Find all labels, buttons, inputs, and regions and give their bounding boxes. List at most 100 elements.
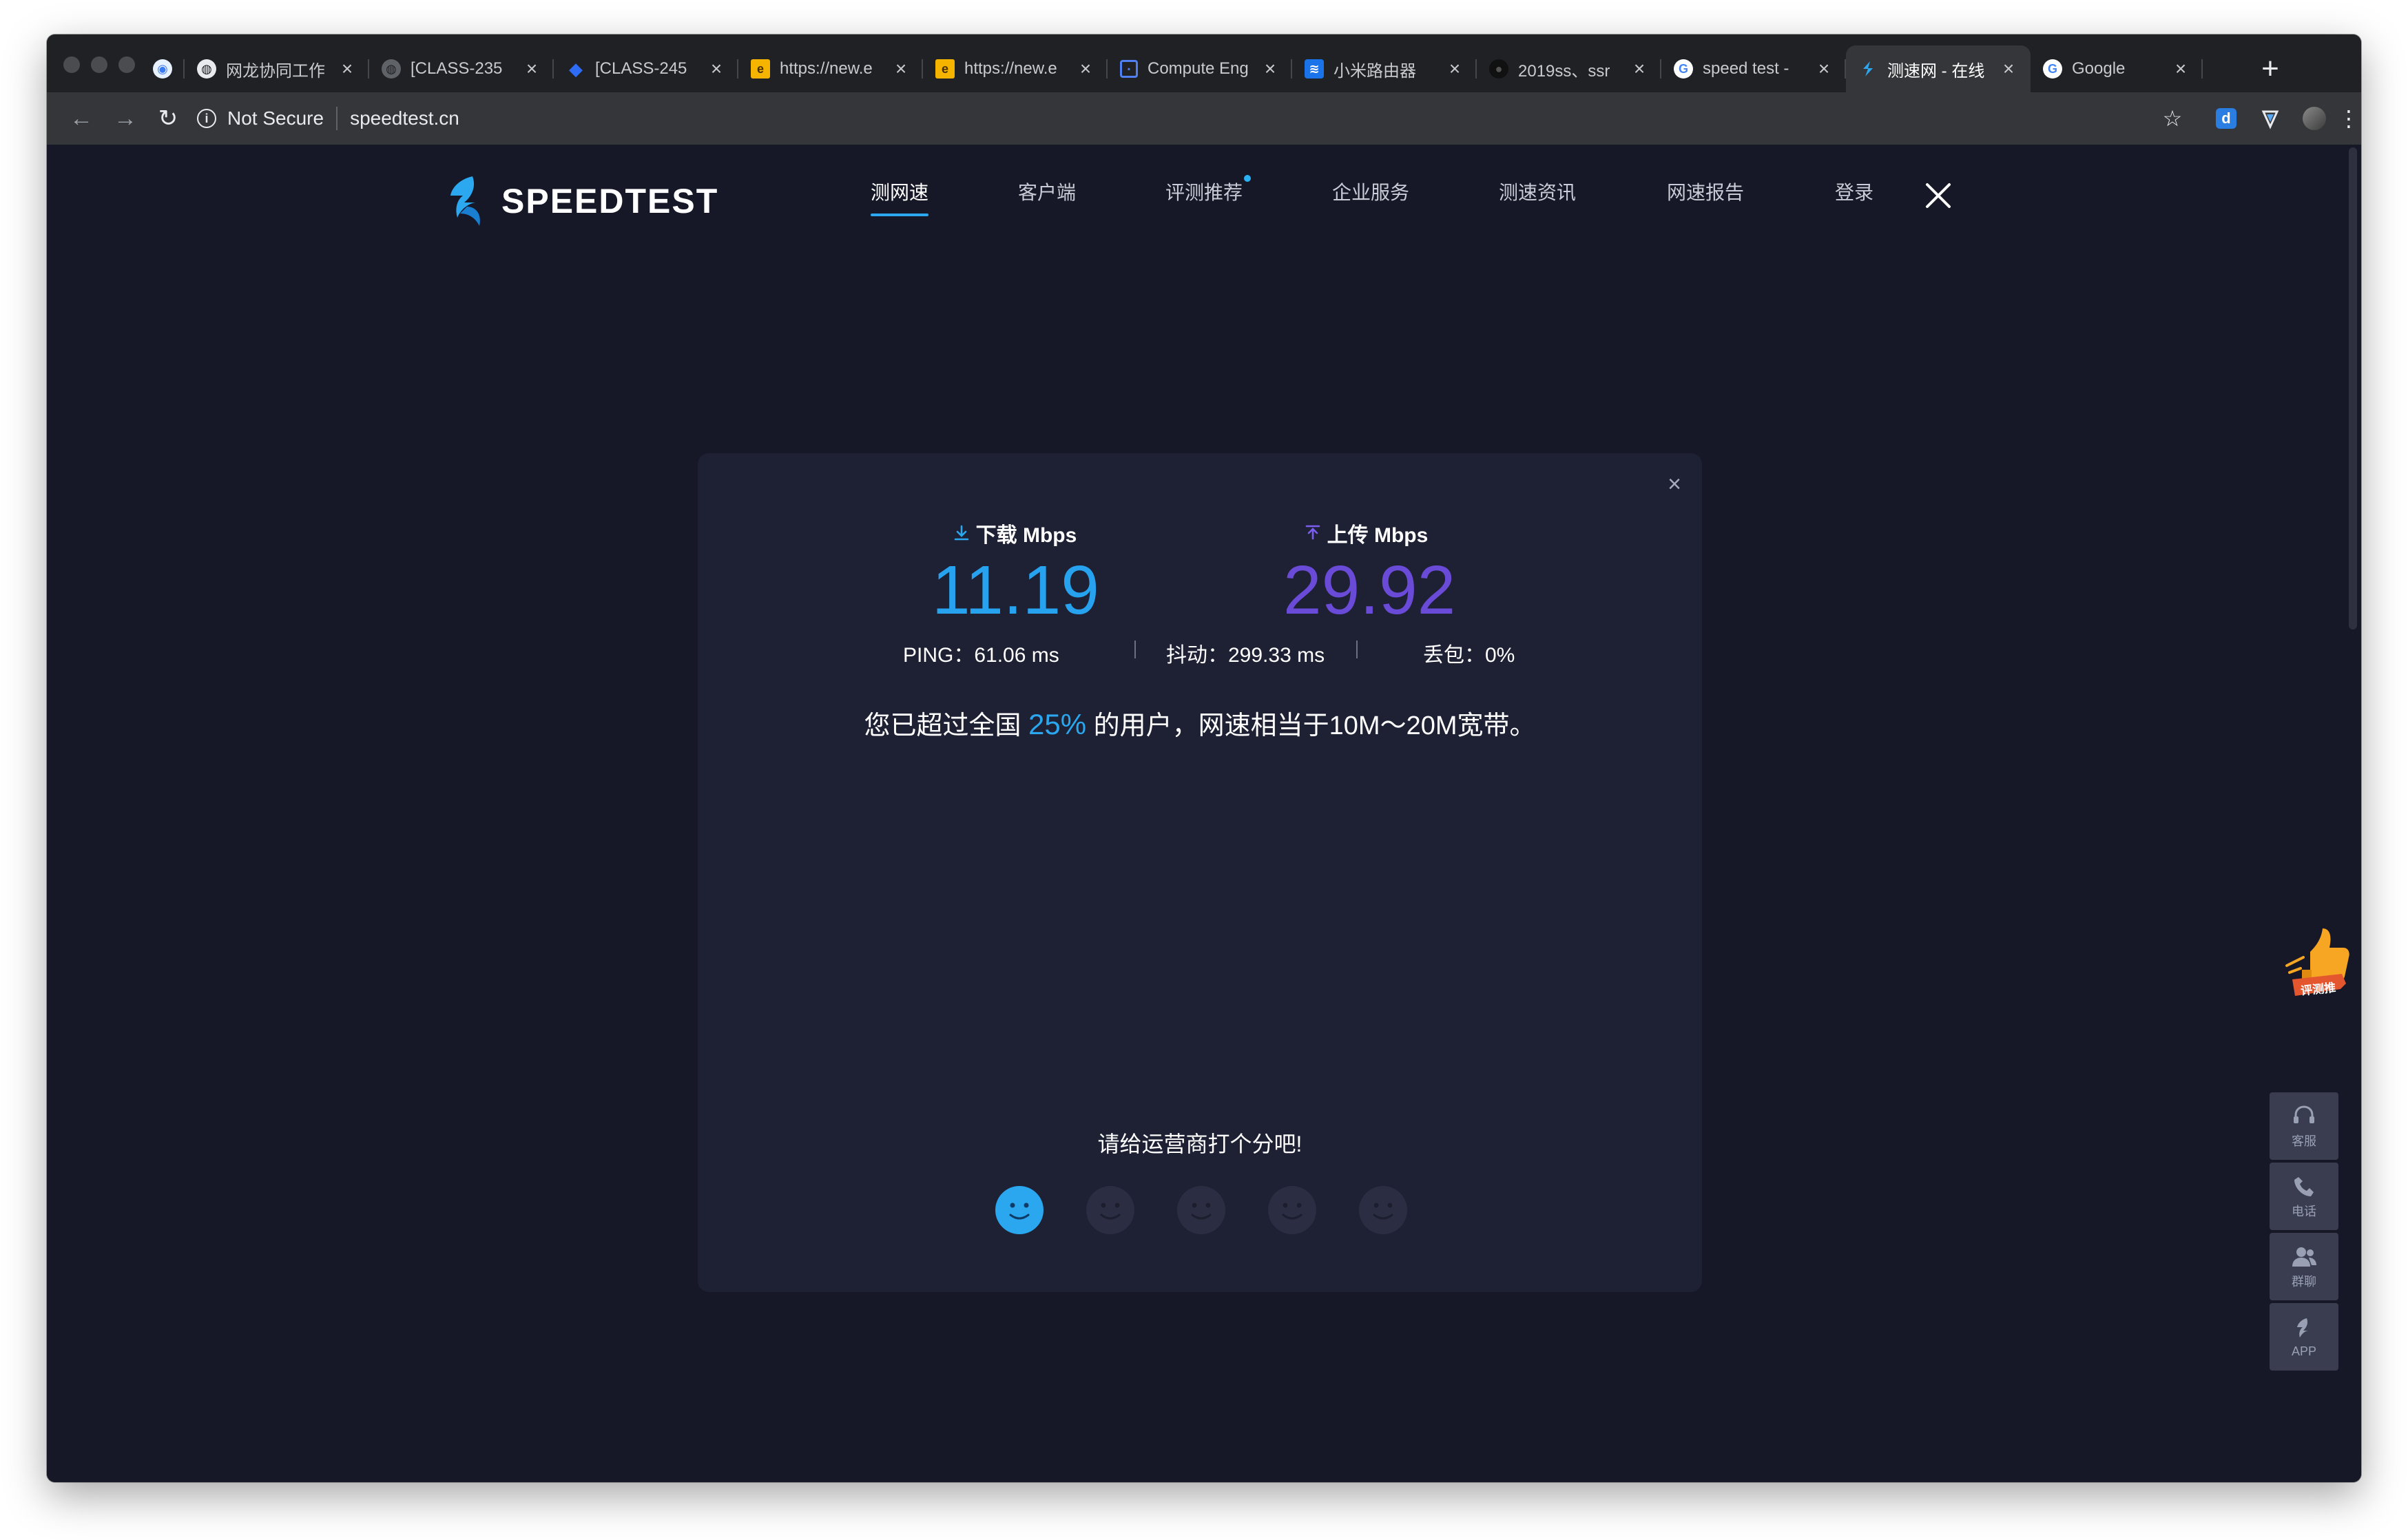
- tab[interactable]: ◍ 网龙协同工作 ×: [185, 45, 369, 92]
- nav-enterprise[interactable]: 企业服务: [1332, 178, 1409, 205]
- new-tab-button[interactable]: +: [2251, 50, 2290, 88]
- rating-prompt: 请给运营商打个分吧!: [1097, 1132, 1302, 1156]
- nav-login[interactable]: 登录: [1835, 178, 1874, 205]
- side-label: 群聊: [2292, 1275, 2316, 1289]
- card-close-icon[interactable]: ×: [1668, 472, 1681, 496]
- tab-strip: ◉ ◍ 网龙协同工作 × ◍ [CLASS-235 × ◆ [CLASS-245…: [47, 34, 2361, 92]
- customer-service-button[interactable]: 客服: [2270, 1092, 2338, 1160]
- zoom-window-button[interactable]: [118, 56, 135, 73]
- tab-title: Compute Eng: [1148, 59, 1249, 78]
- headset-icon: [2289, 1103, 2319, 1130]
- tab[interactable]: ▪ Compute Eng ×: [1108, 45, 1292, 92]
- speedtest-icon: [1858, 59, 1878, 79]
- star-icon[interactable]: ☆: [2156, 102, 2189, 135]
- close-tab-icon[interactable]: ×: [1630, 58, 1649, 80]
- tab-title: https://new.e: [780, 59, 873, 78]
- close-tab-icon[interactable]: ×: [1260, 58, 1280, 80]
- close-tab-icon[interactable]: ×: [1999, 58, 2018, 80]
- group-chat-button[interactable]: 群聊: [2270, 1233, 2338, 1300]
- jitter-stat: 抖动：299.33 ms: [1166, 644, 1325, 667]
- browser-window: ◉ ◍ 网龙协同工作 × ◍ [CLASS-235 × ◆ [CLASS-245…: [47, 34, 2361, 1482]
- back-icon[interactable]: ←: [63, 101, 99, 136]
- security-label: Not Secure: [227, 107, 324, 129]
- ranking-sentence: 您已超过全国 25% 的用户，网速相当于10M～20M宽带。: [698, 704, 1702, 742]
- close-window-button[interactable]: [63, 56, 80, 73]
- rating-face-1-icon[interactable]: [994, 1185, 1045, 1236]
- divider: [1356, 641, 1358, 658]
- result-card: × 下载 Mbps 11.19 上传 Mbps 29.92 PING：61.06…: [698, 453, 1702, 1292]
- avatar[interactable]: [2298, 102, 2331, 135]
- ranking-text-post: 的用户，网速相当于10M～20M宽带。: [1086, 711, 1536, 740]
- scrollbar[interactable]: [2349, 147, 2357, 629]
- globe-icon: ◍: [197, 59, 216, 79]
- download-value: 11.19: [932, 552, 1099, 629]
- extension-shield-icon[interactable]: [2254, 102, 2287, 135]
- globe-gray-icon: ◍: [382, 59, 401, 79]
- tab[interactable]: ◆ [CLASS-245 ×: [554, 45, 738, 92]
- nav-reviews-label: 评测推荐: [1165, 182, 1243, 203]
- close-tab-icon[interactable]: ×: [1076, 58, 1095, 80]
- loss-stat: 丢包：0%: [1423, 644, 1515, 667]
- tab[interactable]: ◍ [CLASS-235 ×: [369, 45, 554, 92]
- upload-icon: [1305, 525, 1320, 540]
- tab[interactable]: G speed test - ×: [1661, 45, 1846, 92]
- close-tab-icon[interactable]: ×: [1814, 58, 1834, 80]
- nav-news[interactable]: 测速资讯: [1499, 178, 1576, 205]
- tab[interactable]: ≋ 小米路由器 ×: [1292, 45, 1477, 92]
- chip-icon: ▪: [1120, 60, 1138, 78]
- tab-active[interactable]: 测速网 - 在线 ×: [1846, 45, 2031, 92]
- info-icon[interactable]: i: [197, 109, 216, 128]
- speedtest-logo-icon: [450, 176, 480, 226]
- github-icon: ●: [1489, 59, 1508, 79]
- forward-icon[interactable]: →: [107, 101, 143, 136]
- divider: [1134, 641, 1136, 658]
- close-tab-icon[interactable]: ×: [707, 58, 726, 80]
- rating-face-4-icon[interactable]: [1267, 1185, 1318, 1236]
- tab-title: 网龙协同工作: [226, 61, 325, 81]
- tab-title: https://new.e: [964, 59, 1057, 78]
- google-icon: G: [1674, 59, 1693, 79]
- close-tab-icon[interactable]: ×: [1445, 58, 1464, 80]
- rating-face-3-icon[interactable]: [1176, 1185, 1227, 1236]
- download-label: 下载 Mbps: [975, 524, 1077, 547]
- phone-icon: [2289, 1173, 2319, 1200]
- tab[interactable]: e https://new.e ×: [738, 45, 923, 92]
- side-label: 客服: [2292, 1134, 2316, 1148]
- nav-client[interactable]: 客户端: [1018, 178, 1076, 205]
- promo-label: 评测推: [2300, 981, 2337, 998]
- tab-list: ◉ ◍ 网龙协同工作 × ◍ [CLASS-235 × ◆ [CLASS-245…: [143, 45, 2203, 92]
- nav-speed-test[interactable]: 测网速: [871, 178, 929, 216]
- address-bar[interactable]: i Not Secure speedtest.cn: [197, 101, 2153, 136]
- review-promo-badge[interactable]: 评测推: [2283, 924, 2353, 1014]
- thumbs-up-icon: [2285, 928, 2349, 996]
- tab[interactable]: ● 2019ss、ssr ×: [1477, 45, 1661, 92]
- site-logo[interactable]: SPEEDTEST: [437, 172, 718, 230]
- side-label: 电话: [2292, 1205, 2316, 1218]
- close-tab-icon[interactable]: ×: [2171, 58, 2190, 80]
- nav-reviews[interactable]: 评测推荐: [1165, 175, 1252, 205]
- download-metric: 下载 Mbps 11.19: [932, 518, 1099, 629]
- tab-title: speed test -: [1703, 59, 1789, 78]
- close-icon[interactable]: [1924, 182, 1952, 209]
- tab[interactable]: G Google ×: [2031, 45, 2203, 92]
- ranking-text-pre: 您已超过全国: [864, 711, 1029, 740]
- upload-metric: 上传 Mbps 29.92: [1283, 518, 1455, 628]
- close-tab-icon[interactable]: ×: [522, 58, 541, 80]
- tab-title: [CLASS-235: [411, 59, 503, 78]
- tab[interactable]: e https://new.e ×: [923, 45, 1108, 92]
- extension-d-icon[interactable]: d: [2210, 102, 2243, 135]
- tab-pinned[interactable]: ◉: [143, 45, 185, 92]
- phone-button[interactable]: 电话: [2270, 1163, 2338, 1230]
- app-button[interactable]: APP: [2270, 1303, 2338, 1371]
- ranking-percent: 25%: [1028, 708, 1087, 740]
- close-tab-icon[interactable]: ×: [891, 58, 911, 80]
- nav-report[interactable]: 网速报告: [1667, 178, 1744, 205]
- side-label: APP: [2291, 1344, 2317, 1358]
- close-tab-icon[interactable]: ×: [338, 58, 357, 80]
- rating-face-5-icon[interactable]: [1358, 1185, 1409, 1236]
- upload-label: 上传 Mbps: [1327, 524, 1429, 547]
- reload-icon[interactable]: ↻: [150, 101, 186, 136]
- menu-icon[interactable]: ⋮: [2332, 102, 2361, 135]
- rating-face-2-icon[interactable]: [1085, 1185, 1136, 1236]
- minimize-window-button[interactable]: [91, 56, 107, 73]
